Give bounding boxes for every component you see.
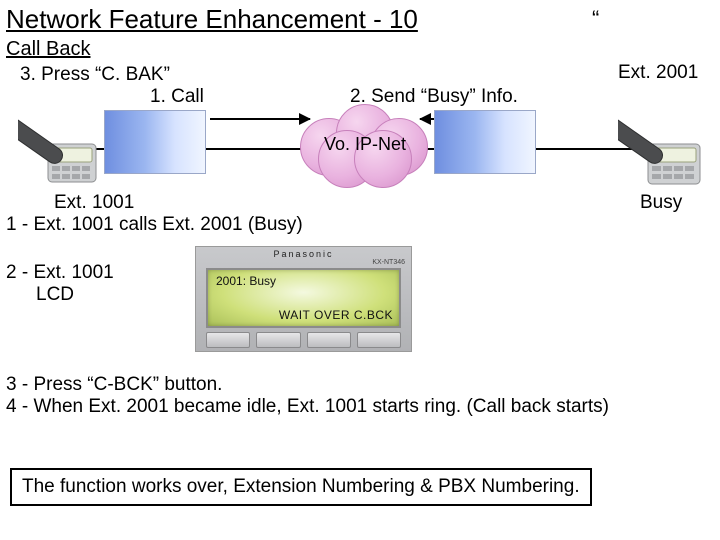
lcd-softkeys [206, 332, 401, 348]
label-step1: 1. Call [150, 86, 204, 108]
label-ext-1001: Ext. 1001 [54, 192, 134, 214]
subtitle-callback: Call Back [6, 38, 90, 61]
label-busy: Busy [640, 192, 682, 214]
lcd-brand: Panasonic [196, 247, 411, 259]
lcd-screen: 2001: Busy WAIT OVER C.BCK [206, 268, 401, 328]
pbx-right [434, 110, 536, 174]
step-line-4: 4 - When Ext. 2001 became idle, Ext. 100… [6, 396, 609, 418]
stray-quote: “ [592, 6, 599, 32]
step-line-1: 1 - Ext. 1001 calls Ext. 2001 (Busy) [6, 214, 303, 236]
lcd-model: KX-NT346 [196, 259, 411, 268]
step-line-2a: 2 - Ext. 1001 [6, 262, 114, 284]
pbx-left [104, 110, 206, 174]
page-title: Network Feature Enhancement - 10 [6, 4, 418, 35]
arrow-call [210, 118, 310, 120]
phone-icon-right [618, 94, 706, 190]
phone-icon-left [18, 94, 98, 186]
lcd-line-1: 2001: Busy [216, 274, 276, 288]
label-ext-2001: Ext. 2001 [618, 62, 698, 84]
voip-cloud: Vo. IP-Net [300, 104, 430, 182]
label-step3: 3. Press “C. BAK” [20, 64, 170, 86]
step-line-3: 3 - Press “C-BCK” button. [6, 374, 222, 396]
notice-box: The function works over, Extension Numbe… [10, 468, 592, 506]
lcd-line-2: WAIT OVER C.BCK [279, 308, 393, 322]
step-line-2b: LCD [36, 284, 74, 306]
lcd-panel: Panasonic KX-NT346 2001: Busy WAIT OVER … [195, 246, 412, 352]
